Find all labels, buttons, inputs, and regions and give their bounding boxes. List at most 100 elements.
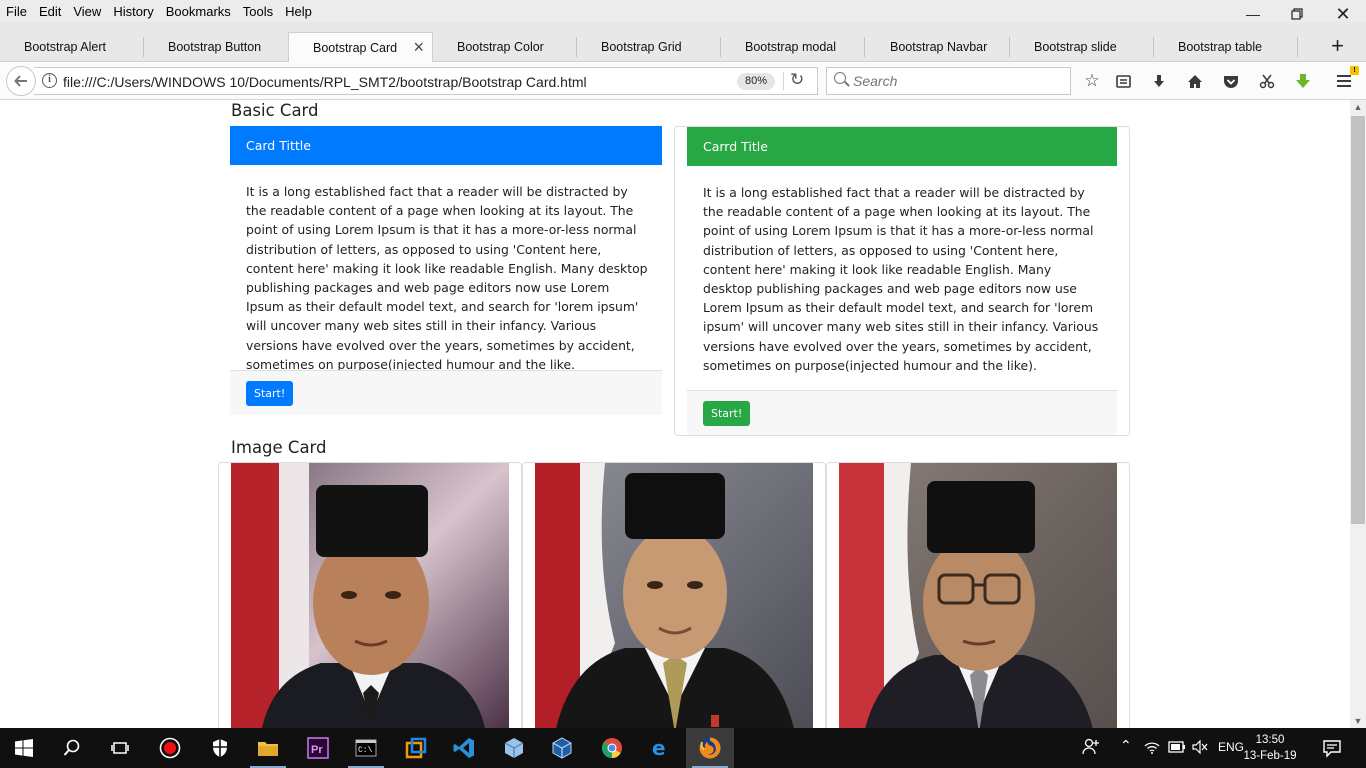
tab-bootstrap-card[interactable]: Bootstrap Card × (288, 32, 433, 63)
basic-card-green: Carrd Title It is a long established fac… (674, 126, 1130, 436)
tab-label: Bootstrap Color (457, 40, 544, 54)
tab-close-icon[interactable]: × (413, 37, 424, 58)
tab-bootstrap-navbar[interactable]: Bootstrap Navbar (866, 33, 1010, 61)
battery-icon[interactable] (1168, 741, 1186, 756)
wifi-icon[interactable] (1144, 740, 1160, 757)
scrollbar-thumb[interactable] (1351, 116, 1365, 524)
portrait-image (231, 463, 509, 728)
image-card (218, 462, 522, 728)
svg-text:Pr: Pr (311, 744, 323, 756)
box-icon[interactable] (490, 728, 538, 768)
menu-file[interactable]: File (0, 4, 33, 19)
tab-bootstrap-grid[interactable]: Bootstrap Grid (577, 33, 721, 61)
clock-time: 13:50 (1255, 734, 1285, 746)
card-footer: Start! (230, 370, 662, 415)
svg-text:e: e (652, 737, 666, 759)
tab-bootstrap-slide[interactable]: Bootstrap slide (1010, 33, 1154, 61)
tab-bootstrap-button[interactable]: Bootstrap Button (144, 33, 288, 61)
scroll-down-icon[interactable]: ▼ (1350, 716, 1366, 726)
firefox-icon[interactable] (686, 728, 734, 768)
menu-bookmarks[interactable]: Bookmarks (160, 4, 237, 19)
virtualbox-icon[interactable] (538, 728, 586, 768)
tab-bootstrap-modal[interactable]: Bootstrap modal (721, 33, 865, 61)
vertical-scrollbar[interactable]: ▲ ▼ (1350, 100, 1366, 728)
shield-icon[interactable] (196, 728, 244, 768)
basic-card-blue: Card Tittle It is a long established fac… (230, 126, 662, 415)
task-view-icon[interactable] (96, 728, 144, 768)
clock-date: 13-Feb-19 (1243, 750, 1297, 762)
card-header: Card Tittle (230, 126, 662, 165)
bookmark-star-icon[interactable]: ☆ (1081, 70, 1103, 92)
hamburger-menu-icon[interactable]: ! (1333, 66, 1359, 92)
card-title: Carrd Title (703, 139, 768, 154)
page-content: Basic Card Card Tittle It is a long esta… (0, 100, 1350, 728)
tab-label: Bootstrap Alert (24, 40, 106, 54)
pocket-icon[interactable] (1220, 70, 1242, 92)
terminal-icon[interactable]: C:\ (342, 728, 390, 768)
card-footer: Start! (687, 390, 1117, 435)
scroll-up-icon[interactable]: ▲ (1350, 102, 1366, 112)
tab-label: Bootstrap slide (1034, 40, 1117, 54)
clock[interactable]: 13:50 13-Feb-19 (1240, 732, 1300, 764)
tab-label: Bootstrap modal (745, 40, 837, 54)
vscode-icon[interactable] (440, 728, 488, 768)
chrome-icon[interactable] (588, 728, 636, 768)
system-tray: ⌃ ENG (1082, 728, 1244, 768)
card-header: Carrd Title (687, 127, 1117, 166)
menu-tools[interactable]: Tools (237, 4, 279, 19)
app-icon[interactable] (392, 728, 440, 768)
url-bar[interactable]: i file:///C:/Users/WINDOWS 10/Documents/… (34, 67, 818, 95)
image-card (826, 462, 1130, 728)
card-body-text: It is a long established fact that a rea… (703, 185, 1099, 373)
start-icon[interactable] (0, 728, 48, 768)
menu-view[interactable]: View (67, 4, 107, 19)
volume-muted-icon[interactable] (1192, 739, 1208, 757)
taskbar: Pr C:\ e ⌃ ENG 13:50 13-Feb-19 (0, 728, 1366, 768)
reload-icon[interactable]: ↻ (790, 70, 804, 90)
tab-bootstrap-color[interactable]: Bootstrap Color (433, 33, 577, 61)
navigation-bar: i file:///C:/Users/WINDOWS 10/Documents/… (0, 62, 1366, 100)
menu-history[interactable]: History (107, 4, 159, 19)
back-button[interactable] (6, 66, 36, 96)
url-bar-divider (783, 72, 784, 90)
card-title: Card Tittle (246, 138, 311, 153)
portrait-image (839, 463, 1117, 728)
menu-help[interactable]: Help (279, 4, 318, 19)
screenshot-icon[interactable] (1256, 70, 1278, 92)
download-helper-icon[interactable] (1292, 70, 1314, 92)
edge-icon[interactable]: e (636, 728, 684, 768)
portrait-image (535, 463, 813, 728)
zoom-indicator[interactable]: 80% (737, 73, 775, 90)
tab-bootstrap-table[interactable]: Bootstrap table (1154, 33, 1298, 61)
search-bar[interactable] (826, 67, 1071, 95)
image-card (522, 462, 826, 728)
image-card-heading: Image Card (231, 438, 327, 457)
update-alert-icon: ! (1350, 66, 1359, 75)
search-icon[interactable] (48, 728, 96, 768)
premiere-icon[interactable]: Pr (294, 728, 342, 768)
tab-label: Bootstrap Navbar (890, 40, 988, 54)
reading-list-icon[interactable] (1112, 70, 1134, 92)
people-icon[interactable] (1082, 738, 1102, 759)
tab-strip: Bootstrap Alert Bootstrap Button Bootstr… (0, 22, 1366, 63)
tab-divider (1297, 37, 1298, 57)
new-tab-plus-icon[interactable]: + (1331, 33, 1344, 59)
menu-edit[interactable]: Edit (33, 4, 67, 19)
search-icon (834, 72, 846, 84)
record-icon[interactable] (146, 728, 194, 768)
menu-bar: File Edit View History Bookmarks Tools H… (0, 0, 1366, 22)
download-icon[interactable] (1148, 70, 1170, 92)
site-info-icon[interactable]: i (42, 73, 57, 88)
notifications-icon[interactable] (1322, 738, 1342, 761)
search-input[interactable] (853, 72, 1063, 90)
file-explorer-icon[interactable] (244, 728, 292, 768)
start-button[interactable]: Start! (703, 401, 751, 426)
chevron-up-icon[interactable]: ⌃ (1120, 737, 1132, 754)
tab-bootstrap-alert[interactable]: Bootstrap Alert (0, 33, 144, 61)
tab-label: Bootstrap Grid (601, 40, 682, 54)
url-text[interactable]: file:///C:/Users/WINDOWS 10/Documents/RP… (63, 74, 587, 90)
card-body-text: It is a long established fact that a rea… (246, 184, 648, 372)
start-button[interactable]: Start! (246, 381, 294, 406)
home-icon[interactable] (1184, 70, 1206, 92)
basic-card-heading: Basic Card (231, 101, 319, 120)
